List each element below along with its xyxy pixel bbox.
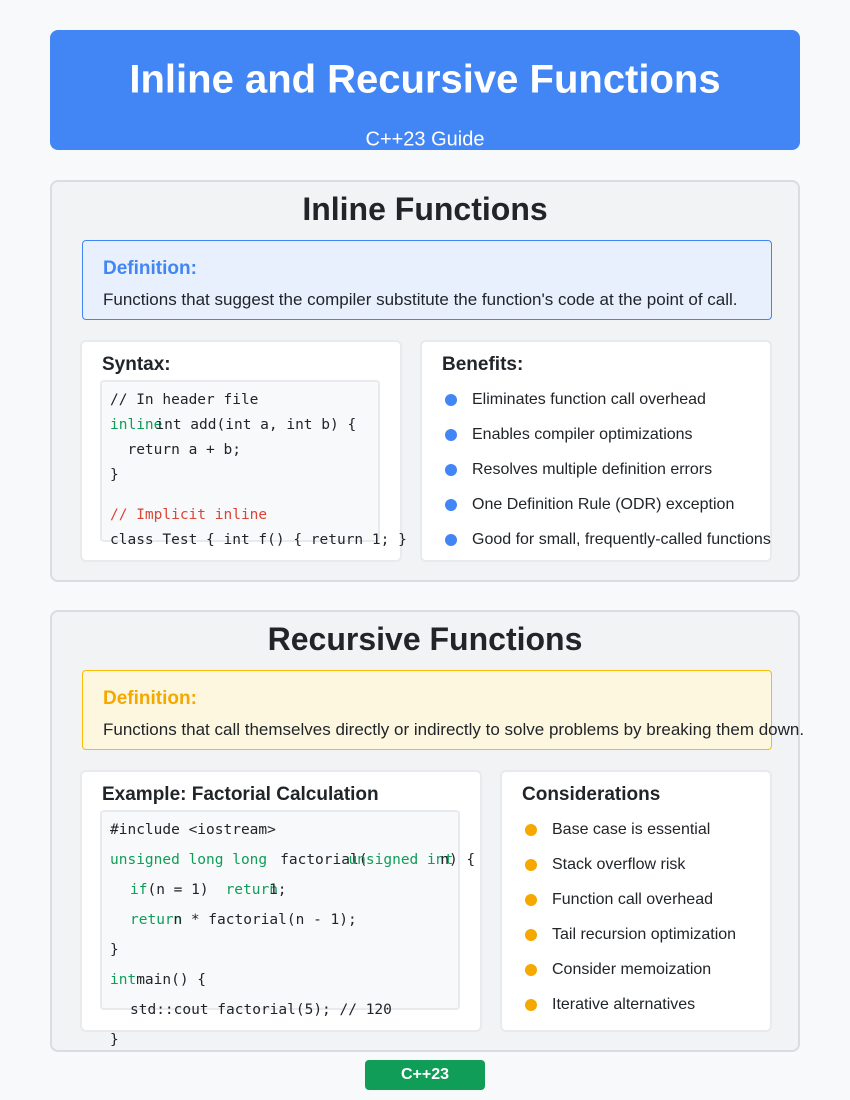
bullet-icon bbox=[445, 464, 457, 476]
inline-definition-label: Definition: bbox=[103, 258, 197, 279]
code-comment: // Implicit inline bbox=[110, 507, 268, 523]
syntax-heading: Syntax: bbox=[102, 354, 171, 375]
considerations-card: Considerations Base case is essential St… bbox=[500, 770, 772, 1032]
code-text: n * factorial(n - 1); bbox=[173, 912, 357, 928]
factorial-example-card: Example: Factorial Calculation #include … bbox=[80, 770, 482, 1048]
code-line: } bbox=[110, 942, 119, 958]
code-line: } bbox=[110, 467, 119, 483]
inline-syntax-card: Syntax: // In header file inlineint add(… bbox=[80, 340, 407, 562]
cpp23-badge: C++23 bbox=[365, 1060, 485, 1090]
bullet-icon bbox=[525, 999, 537, 1011]
code-line: class Test { int f() { return 1; } bbox=[110, 532, 407, 548]
bullet-icon bbox=[525, 929, 537, 941]
recursive-section-title: Recursive Functions bbox=[267, 621, 583, 657]
code-keyword: int bbox=[110, 972, 137, 988]
recursive-section: Recursive Functions Definition: Function… bbox=[50, 610, 804, 1052]
code-text: 1; bbox=[268, 882, 287, 898]
inline-section-title: Inline Functions bbox=[302, 191, 548, 227]
considerations-heading: Considerations bbox=[522, 784, 661, 805]
bullet-icon bbox=[525, 859, 537, 871]
recursive-definition-text: Functions that call themselves directly … bbox=[103, 720, 805, 739]
recursive-definition-box: Definition: Functions that call themselv… bbox=[82, 670, 804, 750]
code-line: if(n = 1) return1; bbox=[130, 882, 286, 898]
code-text: main() { bbox=[136, 972, 207, 988]
code-line: #include <iostream> bbox=[110, 822, 276, 838]
code-line: } bbox=[110, 1032, 119, 1048]
page-subtitle: C++23 Guide bbox=[365, 128, 485, 151]
code-text: (n = 1) bbox=[147, 882, 209, 898]
code-line: // In header file bbox=[110, 392, 259, 408]
bullet-icon bbox=[445, 499, 457, 511]
example-heading: Example: Factorial Calculation bbox=[102, 784, 379, 805]
code-text: int add(int a, int b) { bbox=[155, 417, 357, 433]
bullet-icon bbox=[445, 394, 457, 406]
inline-section: Inline Functions Definition: Functions t… bbox=[50, 180, 800, 582]
code-line: inlineint add(int a, int b) { bbox=[110, 417, 356, 433]
bullet-icon bbox=[445, 429, 457, 441]
benefits-heading: Benefits: bbox=[442, 354, 524, 375]
header-banner: Inline and Recursive Functions C++23 Gui… bbox=[50, 30, 800, 151]
inline-definition-box: Definition: Functions that suggest the c… bbox=[82, 240, 772, 320]
bullet-icon bbox=[445, 534, 457, 546]
benefits-card: Benefits: Eliminates function call overh… bbox=[420, 340, 772, 562]
inline-definition-text: Functions that suggest the compiler subs… bbox=[103, 290, 738, 309]
bullet-icon bbox=[525, 824, 537, 836]
recursive-definition-label: Definition: bbox=[103, 688, 197, 709]
code-keyword: unsigned int bbox=[348, 852, 454, 868]
code-line: return a + b; bbox=[110, 442, 241, 458]
code-line: std::cout factorial(5); // 120 bbox=[130, 1002, 392, 1018]
bullet-icon bbox=[525, 894, 537, 906]
page-title: Inline and Recursive Functions bbox=[129, 57, 721, 102]
code-line: returnn * factorial(n - 1); bbox=[130, 912, 357, 928]
code-line: unsigned long long factorial(unsigned int… bbox=[110, 852, 475, 868]
bullet-icon bbox=[525, 964, 537, 976]
code-keyword: if bbox=[130, 882, 148, 898]
code-text: n) { bbox=[440, 852, 476, 868]
code-line: intmain() { bbox=[110, 972, 206, 988]
code-keyword: unsigned long long bbox=[110, 852, 268, 868]
